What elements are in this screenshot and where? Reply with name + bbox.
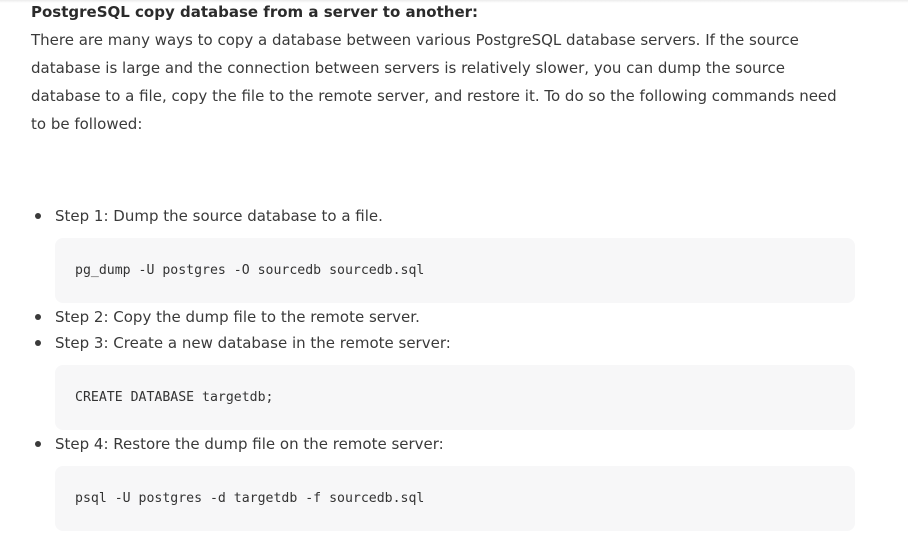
bullet-icon (35, 213, 41, 219)
step-4-line: Step 4: Restore the dump file on the rem… (31, 434, 861, 454)
section-heading: PostgreSQL copy database from a server t… (31, 3, 479, 21)
step-2-text: Step 2: Copy the dump file to the remote… (55, 308, 420, 326)
bullet-icon (35, 441, 41, 447)
step-1-line: Step 1: Dump the source database to a fi… (31, 206, 861, 226)
code-block-create-database[interactable]: CREATE DATABASE targetdb; (55, 365, 855, 430)
code-text-create-database[interactable]: CREATE DATABASE targetdb; (75, 389, 274, 407)
code-text-psql-restore[interactable]: psql -U postgres -d targetdb -f sourcedb… (75, 490, 424, 508)
bullet-icon (35, 314, 41, 320)
list-item-step-2: Step 2: Copy the dump file to the remote… (31, 307, 861, 327)
step-3-text: Step 3: Create a new database in the rem… (55, 334, 451, 352)
list-item-step-1: Step 1: Dump the source database to a fi… (31, 206, 861, 303)
code-text-pg-dump[interactable]: pg_dump -U postgres -O sourcedb sourcedb… (75, 262, 424, 280)
list-item-step-4: Step 4: Restore the dump file on the rem… (31, 434, 861, 531)
list-item-step-3: Step 3: Create a new database in the rem… (31, 333, 861, 430)
step-2-line: Step 2: Copy the dump file to the remote… (31, 307, 861, 327)
step-1-text: Step 1: Dump the source database to a fi… (55, 207, 383, 225)
intro-paragraph: There are many ways to copy a database b… (31, 31, 837, 133)
code-block-pg-dump[interactable]: pg_dump -U postgres -O sourcedb sourcedb… (55, 238, 855, 303)
code-block-psql-restore[interactable]: psql -U postgres -d targetdb -f sourcedb… (55, 466, 855, 531)
bullet-icon (35, 340, 41, 346)
step-4-text: Step 4: Restore the dump file on the rem… (55, 435, 444, 453)
step-3-line: Step 3: Create a new database in the rem… (31, 333, 861, 353)
